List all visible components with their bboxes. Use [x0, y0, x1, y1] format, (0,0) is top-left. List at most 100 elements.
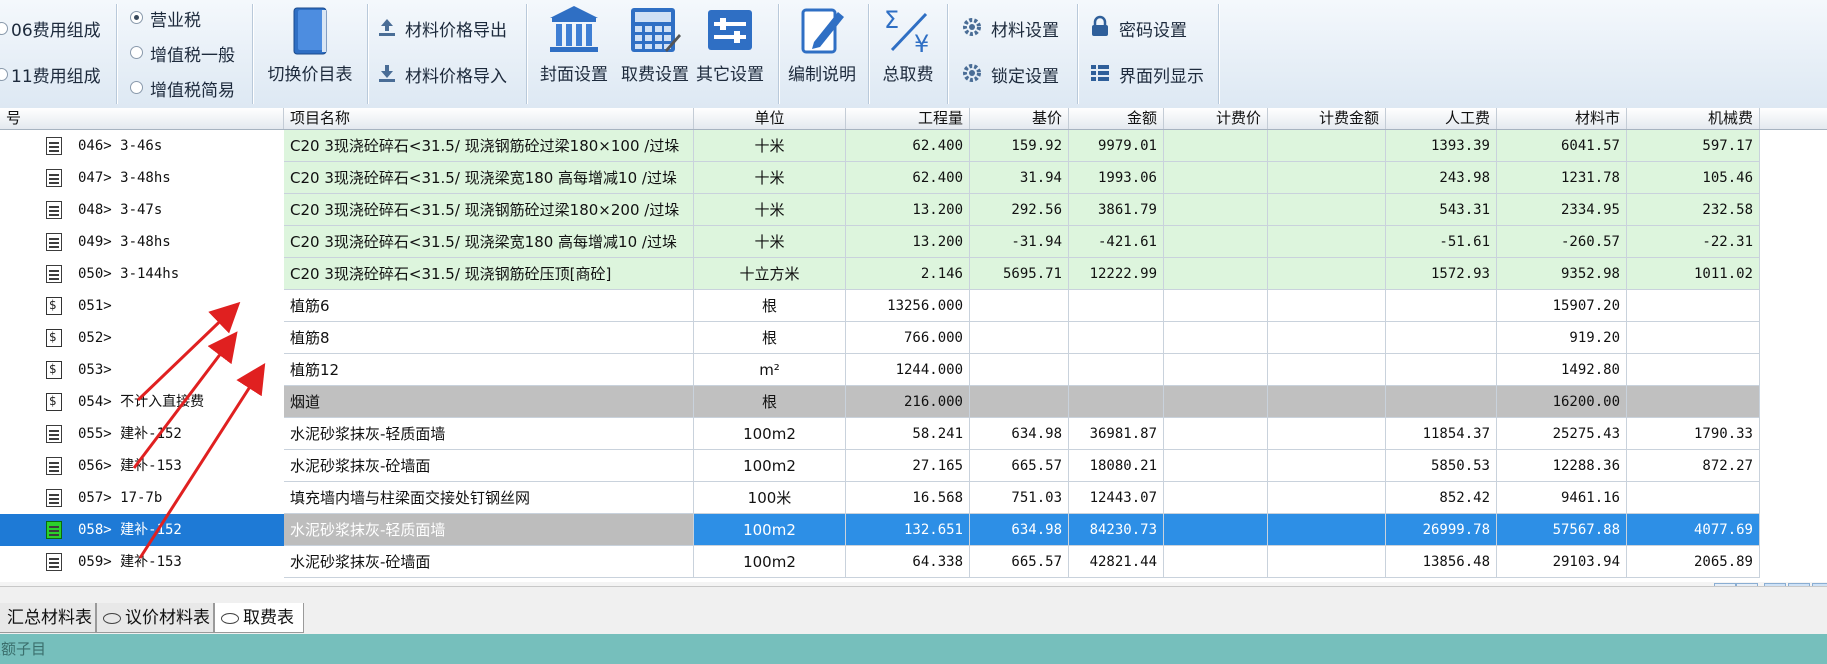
- cell-qty[interactable]: 62.400: [846, 162, 970, 194]
- cell-amount[interactable]: 18080.21: [1069, 450, 1164, 482]
- cell-unit[interactable]: 十米: [694, 194, 846, 226]
- cell-labor[interactable]: [1386, 386, 1497, 418]
- cell-labor[interactable]: 26999.78: [1386, 514, 1497, 546]
- col-header-amount[interactable]: 金额: [1069, 108, 1164, 129]
- cell-material[interactable]: -260.57: [1497, 226, 1627, 258]
- cell-amount[interactable]: [1069, 386, 1164, 418]
- cell-machine[interactable]: [1627, 386, 1760, 418]
- other-settings-button[interactable]: 其它设置: [688, 2, 772, 102]
- cell-machine[interactable]: 4077.69: [1627, 514, 1760, 546]
- cell-amount[interactable]: 12443.07: [1069, 482, 1164, 514]
- cell-fee-amount[interactable]: [1268, 450, 1386, 482]
- cell-fee-amount[interactable]: [1268, 290, 1386, 322]
- cell-base[interactable]: [970, 322, 1069, 354]
- col-header-fee-price[interactable]: 计费价: [1164, 108, 1268, 129]
- col-header-unit[interactable]: 单位: [694, 108, 846, 129]
- cell-labor[interactable]: [1386, 354, 1497, 386]
- cell-labor[interactable]: -51.61: [1386, 226, 1497, 258]
- cell-base[interactable]: [970, 354, 1069, 386]
- cell-unit[interactable]: 100m2: [694, 514, 846, 546]
- cell-qty[interactable]: 13.200: [846, 226, 970, 258]
- lock-settings-button[interactable]: 锁定设置: [991, 62, 1059, 87]
- col-header-labor[interactable]: 人工费: [1386, 108, 1497, 129]
- cell-machine[interactable]: [1627, 322, 1760, 354]
- cell-material[interactable]: 29103.94: [1497, 546, 1627, 578]
- cell-unit[interactable]: 100m2: [694, 450, 846, 482]
- cell-labor[interactable]: 243.98: [1386, 162, 1497, 194]
- cell-qty[interactable]: 766.000: [846, 322, 970, 354]
- cell-material[interactable]: 9461.16: [1497, 482, 1627, 514]
- cell-base[interactable]: [970, 386, 1069, 418]
- cell-fee-amount[interactable]: [1268, 194, 1386, 226]
- cell-labor[interactable]: 5850.53: [1386, 450, 1497, 482]
- cell-amount[interactable]: 36981.87: [1069, 418, 1164, 450]
- compose-11-label[interactable]: 11费用组成: [11, 62, 101, 87]
- cell-fee-price[interactable]: [1164, 546, 1268, 578]
- cell-material[interactable]: 1492.80: [1497, 354, 1627, 386]
- cell-base[interactable]: 634.98: [970, 514, 1069, 546]
- cell-labor[interactable]: [1386, 322, 1497, 354]
- cell-material[interactable]: 919.20: [1497, 322, 1627, 354]
- cell-qty[interactable]: 27.165: [846, 450, 970, 482]
- col-header-machine[interactable]: 机械费: [1627, 108, 1760, 129]
- cell-fee-price[interactable]: [1164, 482, 1268, 514]
- cell-machine[interactable]: 2065.89: [1627, 546, 1760, 578]
- cell-fee-amount[interactable]: [1268, 386, 1386, 418]
- cell-qty[interactable]: 64.338: [846, 546, 970, 578]
- cell-machine[interactable]: [1627, 354, 1760, 386]
- cell-unit[interactable]: m²: [694, 354, 846, 386]
- cell-labor[interactable]: 543.31: [1386, 194, 1497, 226]
- cell-material[interactable]: 9352.98: [1497, 258, 1627, 290]
- cell-fee-price[interactable]: [1164, 226, 1268, 258]
- cell-material[interactable]: 15907.20: [1497, 290, 1627, 322]
- cell-unit[interactable]: 100m2: [694, 546, 846, 578]
- tax-radio-business[interactable]: [130, 11, 143, 24]
- cell-qty[interactable]: 58.241: [846, 418, 970, 450]
- cell-fee-price[interactable]: [1164, 130, 1268, 162]
- cell-machine[interactable]: 105.46: [1627, 162, 1760, 194]
- cell-amount[interactable]: 9979.01: [1069, 130, 1164, 162]
- cell-amount[interactable]: [1069, 290, 1164, 322]
- cell-labor[interactable]: [1386, 290, 1497, 322]
- cell-unit[interactable]: 十米: [694, 226, 846, 258]
- cell-fee-price[interactable]: [1164, 418, 1268, 450]
- cell-fee-price[interactable]: [1164, 450, 1268, 482]
- col-header-qty[interactable]: 工程量: [846, 108, 970, 129]
- cell-machine[interactable]: 1790.33: [1627, 418, 1760, 450]
- cell-machine[interactable]: 872.27: [1627, 450, 1760, 482]
- cell-material[interactable]: 2334.95: [1497, 194, 1627, 226]
- cell-qty[interactable]: 16.568: [846, 482, 970, 514]
- tax-label-vat-general[interactable]: 增值税一般: [150, 41, 235, 66]
- cell-unit[interactable]: 100m2: [694, 418, 846, 450]
- cell-amount[interactable]: 1993.06: [1069, 162, 1164, 194]
- cell-base[interactable]: 159.92: [970, 130, 1069, 162]
- cell-labor[interactable]: 1393.39: [1386, 130, 1497, 162]
- cell-qty[interactable]: 13256.000: [846, 290, 970, 322]
- cell-machine[interactable]: [1627, 482, 1760, 514]
- cell-machine[interactable]: 597.17: [1627, 130, 1760, 162]
- cell-fee-amount[interactable]: [1268, 162, 1386, 194]
- cell-amount[interactable]: 3861.79: [1069, 194, 1164, 226]
- cell-material[interactable]: 25275.43: [1497, 418, 1627, 450]
- cell-labor[interactable]: 1572.93: [1386, 258, 1497, 290]
- cell-material[interactable]: 16200.00: [1497, 386, 1627, 418]
- cell-amount[interactable]: -421.61: [1069, 226, 1164, 258]
- cell-fee-price[interactable]: [1164, 194, 1268, 226]
- cell-base[interactable]: 31.94: [970, 162, 1069, 194]
- col-header-base[interactable]: 基价: [970, 108, 1069, 129]
- cell-base[interactable]: 292.56: [970, 194, 1069, 226]
- password-settings-button[interactable]: 密码设置: [1119, 16, 1187, 41]
- tax-label-business[interactable]: 营业税: [150, 6, 201, 31]
- cell-qty[interactable]: 132.651: [846, 514, 970, 546]
- tax-label-vat-simple[interactable]: 增值税简易: [150, 76, 235, 101]
- cell-fee-amount[interactable]: [1268, 546, 1386, 578]
- price-import-button[interactable]: 材料价格导入: [405, 62, 507, 87]
- cell-base[interactable]: 5695.71: [970, 258, 1069, 290]
- material-settings-button[interactable]: 材料设置: [991, 16, 1059, 41]
- cell-fee-amount[interactable]: [1268, 258, 1386, 290]
- price-export-button[interactable]: 材料价格导出: [405, 16, 507, 41]
- cell-amount[interactable]: [1069, 322, 1164, 354]
- cell-fee-amount[interactable]: [1268, 226, 1386, 258]
- total-fee-button[interactable]: Σ ¥ 总取费: [872, 2, 944, 102]
- cell-qty[interactable]: 216.000: [846, 386, 970, 418]
